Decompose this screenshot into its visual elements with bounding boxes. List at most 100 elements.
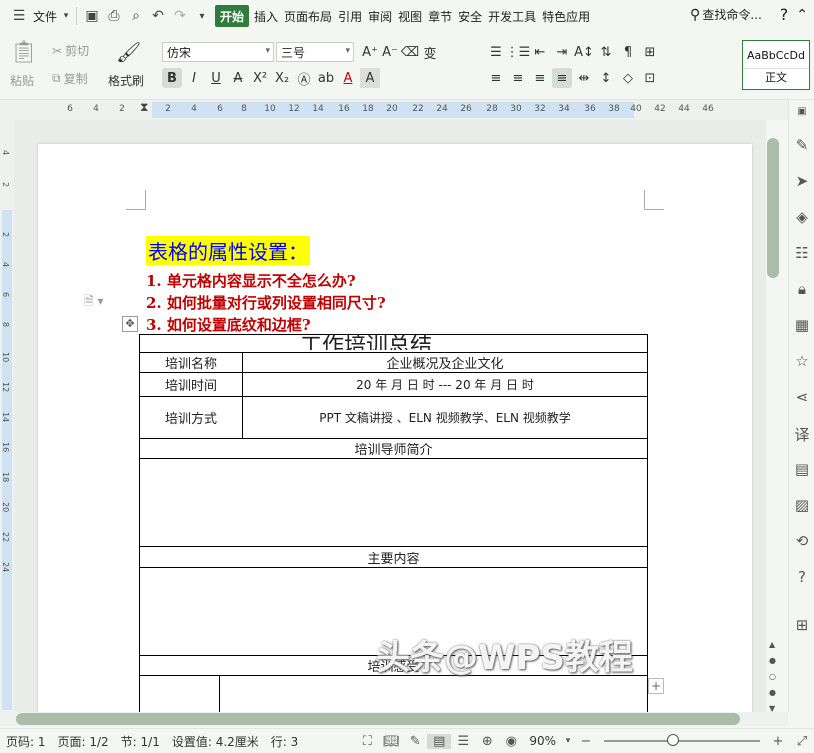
format-painter-label[interactable]: 格式刷 — [108, 72, 144, 89]
status-page-number[interactable]: 页码: 1 — [6, 733, 46, 750]
training-time-value[interactable]: 20 年 月 日 时 --- 20 年 月 日 时 — [242, 372, 648, 397]
phonetic-guide-icon[interactable]: 变 — [420, 42, 440, 62]
fit-icon[interactable]: ⤢ — [790, 734, 814, 749]
tab-references[interactable]: 引用 — [335, 5, 365, 27]
status-row[interactable]: 行: 3 — [271, 733, 299, 750]
save-icon[interactable]: ▣ — [81, 5, 103, 27]
font-color-icon[interactable]: A — [338, 68, 358, 88]
collapse-ribbon-icon[interactable]: ⌃ — [796, 7, 808, 23]
print-preview-icon[interactable]: ⌕ — [125, 5, 147, 27]
font-name-select[interactable]: 仿宋 ▾ — [162, 42, 274, 62]
paste-label[interactable]: 粘贴 — [10, 72, 34, 89]
shapes-icon[interactable]: ◈ — [792, 208, 812, 228]
vertical-scrollbar[interactable]: ▲ ● ○ ● ▼ — [766, 120, 788, 713]
next-page-icon[interactable]: ● — [769, 688, 776, 697]
zoom-slider-knob[interactable] — [667, 734, 679, 746]
print-icon[interactable]: ⎙ — [103, 5, 125, 27]
character-shading-icon[interactable]: A — [360, 68, 380, 88]
image-icon[interactable]: ▨ — [792, 496, 812, 516]
zoom-in-icon[interactable]: + — [766, 734, 790, 749]
table-title[interactable]: 工作培训总结 — [216, 332, 516, 350]
chevron-down-icon[interactable]: ▾ — [60, 5, 72, 27]
horizontal-scroll-thumb[interactable] — [16, 713, 740, 725]
table-cell[interactable] — [219, 675, 648, 712]
file-menu[interactable]: 文件 — [30, 5, 60, 27]
line-spacing-icon[interactable]: ↕ — [596, 68, 616, 88]
tab-security[interactable]: 安全 — [455, 5, 485, 27]
decrease-indent-icon[interactable]: ⇤ — [530, 42, 550, 62]
translate-icon[interactable]: 译 — [792, 424, 812, 444]
question-2[interactable]: 2. 如何批量对行或列设置相同尺寸? — [146, 292, 386, 313]
history-icon[interactable]: ⟲ — [792, 532, 812, 552]
show-marks-icon[interactable]: ¶ — [618, 42, 638, 62]
redo-icon[interactable]: ↷ — [169, 5, 191, 27]
document-area[interactable]: 表格的属性设置： 1. 单元格内容显示不全怎么办? 2. 如何批量对行或列设置相… — [14, 120, 766, 712]
style-normal[interactable]: AaBbCcDd 正文 — [742, 40, 810, 90]
page-view-icon[interactable]: ▤ — [427, 733, 452, 749]
reading-mode-icon[interactable]: 📖︎ — [379, 734, 403, 749]
justify-icon[interactable]: ≡ — [552, 68, 572, 88]
tab-insert[interactable]: 插入 — [251, 5, 281, 27]
training-time-label[interactable]: 培训时间 — [139, 372, 243, 397]
zoom-out-icon[interactable]: − — [574, 734, 598, 749]
zoom-level[interactable]: 90% — [529, 734, 556, 748]
prev-page-icon[interactable]: ● — [769, 656, 776, 665]
paragraph-options-icon[interactable]: 🗎︎ ▾ — [84, 292, 104, 313]
gallery-icon[interactable]: ▦ — [792, 316, 812, 336]
main-content-header[interactable]: 主要内容 — [139, 546, 648, 568]
share-icon[interactable]: ⋖ — [792, 388, 812, 408]
cut-button[interactable]: ✂ 剪切 — [52, 42, 89, 59]
training-name-value[interactable]: 企业概况及企业文化 — [242, 352, 648, 373]
lock-icon[interactable]: 🔒︎ — [792, 280, 812, 300]
sort-icon[interactable]: ⇅ — [596, 42, 616, 62]
training-method-label[interactable]: 培训方式 — [139, 396, 243, 439]
outline-view-icon[interactable]: ☰ — [451, 734, 475, 749]
quick-access-more-icon[interactable]: ▾ — [191, 5, 213, 27]
tab-section[interactable]: 章节 — [425, 5, 455, 27]
zoom-slider[interactable] — [604, 734, 760, 746]
table-cell[interactable] — [139, 675, 220, 712]
tab-review[interactable]: 审阅 — [365, 5, 395, 27]
indent-marker-icon[interactable]: ⧗ — [140, 100, 148, 115]
table-icon[interactable]: ⊞ — [640, 42, 660, 62]
status-section[interactable]: 节: 1/1 — [121, 733, 160, 750]
fullscreen-icon[interactable]: ⛶ — [355, 734, 379, 749]
table-move-handle-icon[interactable]: ✥ — [122, 316, 138, 332]
font-size-select[interactable]: 三号 ▾ — [276, 42, 354, 62]
tab-developer[interactable]: 开发工具 — [485, 5, 539, 27]
browse-object-icon[interactable]: ○ — [769, 672, 776, 681]
shading-icon[interactable]: ◇ — [618, 68, 638, 88]
web-view-icon[interactable]: ⊕ — [475, 734, 499, 749]
training-name-label[interactable]: 培训名称 — [139, 352, 243, 373]
bullet-list-icon[interactable]: ☰ — [486, 42, 506, 62]
help-circle-icon[interactable]: ? — [792, 568, 812, 588]
bold-icon[interactable]: B — [162, 68, 182, 88]
align-left-icon[interactable]: ≡ — [486, 68, 506, 88]
search-command[interactable]: ⚲ 查找命令... — [690, 6, 762, 23]
format-painter-button[interactable]: 🖌︎ — [116, 40, 141, 64]
subscript-icon[interactable]: X₂ — [272, 68, 292, 88]
strikethrough-icon[interactable]: A — [228, 68, 248, 88]
horizontal-scrollbar[interactable] — [0, 712, 788, 726]
archive-icon[interactable]: ▤ — [792, 460, 812, 480]
paste-button[interactable]: 📋︎ — [10, 40, 38, 65]
tab-special[interactable]: 特色应用 — [539, 5, 593, 27]
hamburger-menu-icon[interactable]: ☰ — [8, 5, 30, 27]
align-center-icon[interactable]: ≡ — [508, 68, 528, 88]
borders-icon[interactable]: ⊡ — [640, 68, 660, 88]
apps-grid-icon[interactable]: ⊞ — [792, 616, 812, 636]
numbered-list-icon[interactable]: ⋮☰ — [506, 42, 531, 62]
edit-mode-icon[interactable]: ✎ — [403, 734, 427, 749]
undo-icon[interactable]: ↶ — [147, 5, 169, 27]
doc-heading[interactable]: 表格的属性设置： — [146, 236, 310, 265]
eye-protect-icon[interactable]: ◉ — [499, 734, 523, 749]
horizontal-ruler[interactable]: 6 4 2 2 4 6 8 10 12 14 16 18 20 22 24 26 28 30 32 34 36 38 40 4… — [0, 100, 788, 120]
panel-toggle-icon[interactable]: ▣ — [792, 106, 812, 126]
superscript-icon[interactable]: X² — [250, 68, 270, 88]
scroll-up-icon[interactable]: ▲ — [769, 640, 775, 649]
document-page[interactable]: 表格的属性设置： 1. 单元格内容显示不全怎么办? 2. 如何批量对行或列设置相… — [38, 144, 752, 712]
vertical-ruler[interactable]: 4 2 2 4 6 8 10 12 14 16 18 20 22 24 — [0, 120, 14, 712]
help-icon[interactable]: ? — [780, 5, 789, 24]
zoom-dropdown-icon[interactable]: ▾ — [562, 736, 574, 746]
trainer-intro-cell[interactable] — [139, 458, 648, 547]
